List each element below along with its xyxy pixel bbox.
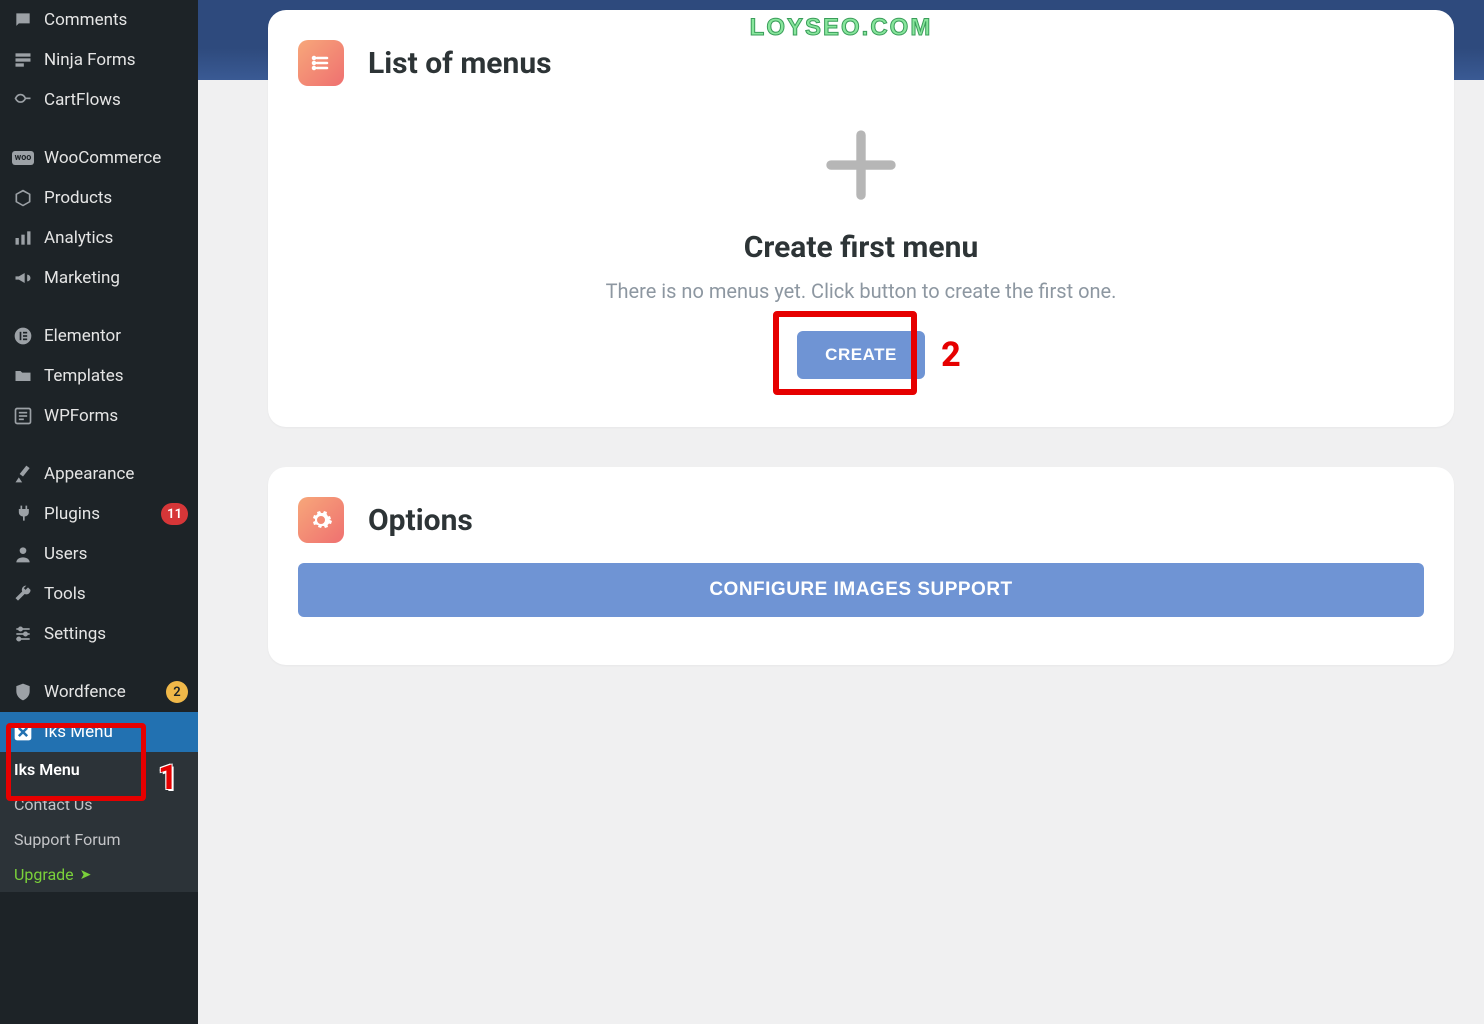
- card-title: List of menus: [368, 46, 552, 81]
- create-button-wrap: CREATE 2: [797, 331, 925, 379]
- empty-state-title: Create first menu: [298, 230, 1424, 265]
- submenu-item-iks-menu[interactable]: Iks Menu: [0, 752, 198, 787]
- sidebar-item-label: Elementor: [44, 326, 188, 346]
- submenu-item-support-forum[interactable]: Support Forum: [0, 822, 198, 857]
- sidebar-item-label: Settings: [44, 624, 188, 644]
- sidebar-item-elementor[interactable]: Elementor: [0, 316, 198, 356]
- sidebar-item-label: Plugins: [44, 504, 155, 524]
- sidebar-item-label: Comments: [44, 10, 188, 30]
- wpforms-icon: [12, 405, 34, 427]
- sidebar-item-label: Templates: [44, 366, 188, 386]
- card-options: Options CONFIGURE IMAGES SUPPORT: [268, 467, 1454, 665]
- form-icon: [12, 49, 34, 71]
- arrow-right-icon: ➤: [80, 867, 92, 883]
- sidebar-item-label: CartFlows: [44, 90, 188, 110]
- megaphone-icon: [12, 267, 34, 289]
- woocommerce-icon: woo: [12, 147, 34, 169]
- sidebar-item-label: Appearance: [44, 464, 188, 484]
- folder-icon: [12, 365, 34, 387]
- gear-icon: [298, 497, 344, 543]
- wrench-icon: [12, 583, 34, 605]
- empty-state: Create first menu There is no menus yet.…: [298, 120, 1424, 379]
- sidebar-item-label: Tools: [44, 584, 188, 604]
- sidebar-item-cartflows[interactable]: CartFlows: [0, 80, 198, 120]
- sliders-icon: [12, 623, 34, 645]
- comment-icon: [12, 9, 34, 31]
- chart-bar-icon: [12, 227, 34, 249]
- configure-images-button[interactable]: CONFIGURE IMAGES SUPPORT: [298, 563, 1424, 617]
- sidebar-item-products[interactable]: Products: [0, 178, 198, 218]
- sidebar-item-label: Marketing: [44, 268, 188, 288]
- sidebar-item-users[interactable]: Users: [0, 534, 198, 574]
- sidebar-item-templates[interactable]: Templates: [0, 356, 198, 396]
- sidebar-submenu-iks-menu: Iks Menu Contact Us Support Forum Upgrad…: [0, 752, 198, 892]
- box-icon: [12, 187, 34, 209]
- user-icon: [12, 543, 34, 565]
- sidebar-item-iks-menu[interactable]: Iks Menu: [0, 712, 198, 752]
- plug-icon: [12, 503, 34, 525]
- elementor-icon: [12, 325, 34, 347]
- sidebar-item-woocommerce[interactable]: woo WooCommerce: [0, 138, 198, 178]
- sidebar-item-settings[interactable]: Settings: [0, 614, 198, 654]
- card-title: Options: [368, 503, 473, 538]
- admin-sidebar: Comments Ninja Forms CartFlows woo WooCo…: [0, 0, 198, 1024]
- sidebar-item-label: Iks Menu: [44, 722, 188, 742]
- card-list-of-menus: List of menus Create first menu There is…: [268, 10, 1454, 427]
- sidebar-item-label: WPForms: [44, 406, 188, 426]
- empty-state-subtitle: There is no menus yet. Click button to c…: [298, 279, 1424, 303]
- sidebar-item-wpforms[interactable]: WPForms: [0, 396, 198, 436]
- notice-count-badge: 2: [166, 681, 188, 703]
- submenu-item-contact-us[interactable]: Contact Us: [0, 787, 198, 822]
- content-area: LOYSEO.COM List of menus Create first me…: [198, 0, 1484, 1024]
- cartflows-icon: [12, 89, 34, 111]
- list-icon: [298, 40, 344, 86]
- sidebar-item-analytics[interactable]: Analytics: [0, 218, 198, 258]
- sidebar-item-label: WooCommerce: [44, 148, 188, 168]
- iks-menu-icon: [12, 721, 34, 743]
- sidebar-item-comments[interactable]: Comments: [0, 0, 198, 40]
- sidebar-item-tools[interactable]: Tools: [0, 574, 198, 614]
- sidebar-item-ninja-forms[interactable]: Ninja Forms: [0, 40, 198, 80]
- sidebar-item-label: Users: [44, 544, 188, 564]
- update-count-badge: 11: [161, 503, 188, 525]
- sidebar-item-plugins[interactable]: Plugins 11: [0, 494, 198, 534]
- annotation-label-2: 2: [941, 335, 961, 375]
- submenu-item-label: Upgrade: [14, 865, 74, 884]
- create-button[interactable]: CREATE: [797, 331, 925, 379]
- card-header: Options: [298, 497, 1424, 543]
- sidebar-item-appearance[interactable]: Appearance: [0, 454, 198, 494]
- sidebar-item-label: Ninja Forms: [44, 50, 188, 70]
- submenu-item-upgrade[interactable]: Upgrade ➤: [0, 857, 198, 892]
- sidebar-item-wordfence[interactable]: Wordfence 2: [0, 672, 198, 712]
- sidebar-item-label: Wordfence: [44, 682, 160, 702]
- card-header: List of menus: [298, 40, 1424, 86]
- plus-icon: [816, 120, 906, 210]
- brush-icon: [12, 463, 34, 485]
- sidebar-item-label: Analytics: [44, 228, 188, 248]
- sidebar-item-marketing[interactable]: Marketing: [0, 258, 198, 298]
- shield-icon: [12, 681, 34, 703]
- sidebar-item-label: Products: [44, 188, 188, 208]
